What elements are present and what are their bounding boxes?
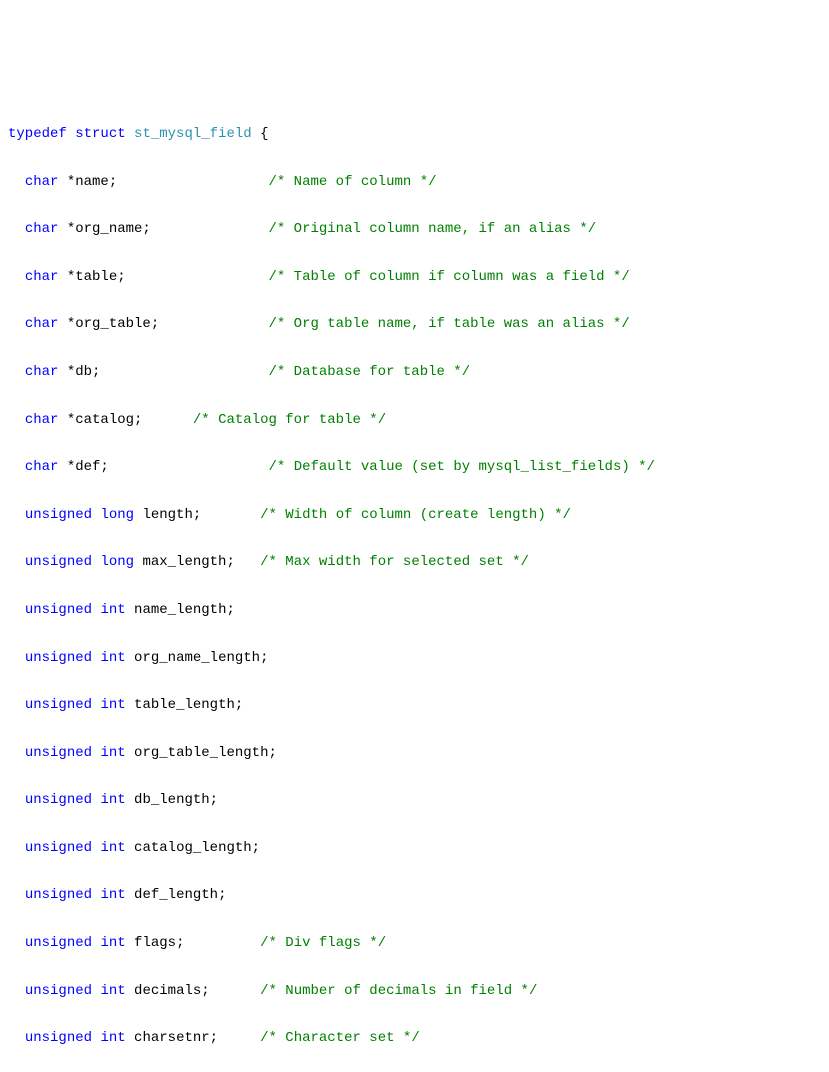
field-catalog-length: unsigned int catalog_length;	[8, 837, 821, 861]
comment: /* Name of column */	[268, 174, 436, 190]
keyword-typedef: typedef	[8, 126, 67, 142]
field-db: char *db; /* Database for table */	[8, 361, 821, 385]
field-name-length: unsigned int name_length;	[8, 599, 821, 623]
field-table-length: unsigned int table_length;	[8, 694, 821, 718]
comment: /* Catalog for table */	[193, 412, 386, 428]
field-table: char *table; /* Table of column if colum…	[8, 266, 821, 290]
field-decimals: unsigned int decimals; /* Number of deci…	[8, 980, 821, 1004]
comment: /* Number of decimals in field */	[260, 983, 537, 999]
field-org-table: char *org_table; /* Org table name, if t…	[8, 313, 821, 337]
comment: /* Org table name, if table was an alias…	[268, 316, 629, 332]
comment: /* Original column name, if an alias */	[268, 221, 596, 237]
field-catalog: char *catalog; /* Catalog for table */	[8, 409, 821, 433]
comment: /* Default value (set by mysql_list_fiel…	[268, 459, 654, 475]
comment: /* Database for table */	[268, 364, 470, 380]
comment: /* Character set */	[260, 1030, 420, 1046]
field-org-name: char *org_name; /* Original column name,…	[8, 218, 821, 242]
comment: /* Table of column if column was a field…	[268, 269, 629, 285]
brace-open: {	[252, 126, 269, 142]
comment: /* Div flags */	[260, 935, 386, 951]
field-def-length: unsigned int def_length;	[8, 884, 821, 908]
field-name: char *name; /* Name of column */	[8, 171, 821, 195]
field-def: char *def; /* Default value (set by mysq…	[8, 456, 821, 480]
struct-decl-line: typedef struct st_mysql_field {	[8, 123, 821, 147]
code-block: typedef struct st_mysql_field { char *na…	[8, 99, 821, 1072]
keyword-struct: struct	[75, 126, 125, 142]
field-flags: unsigned int flags; /* Div flags */	[8, 932, 821, 956]
field-db-length: unsigned int db_length;	[8, 789, 821, 813]
field-org-name-length: unsigned int org_name_length;	[8, 647, 821, 671]
struct-tag: st_mysql_field	[134, 126, 252, 142]
comment: /* Width of column (create length) */	[260, 507, 571, 523]
field-length: unsigned long length; /* Width of column…	[8, 504, 821, 528]
field-charsetnr: unsigned int charsetnr; /* Character set…	[8, 1027, 821, 1051]
field-org-table-length: unsigned int org_table_length;	[8, 742, 821, 766]
field-max-length: unsigned long max_length; /* Max width f…	[8, 551, 821, 575]
comment: /* Max width for selected set */	[260, 554, 529, 570]
